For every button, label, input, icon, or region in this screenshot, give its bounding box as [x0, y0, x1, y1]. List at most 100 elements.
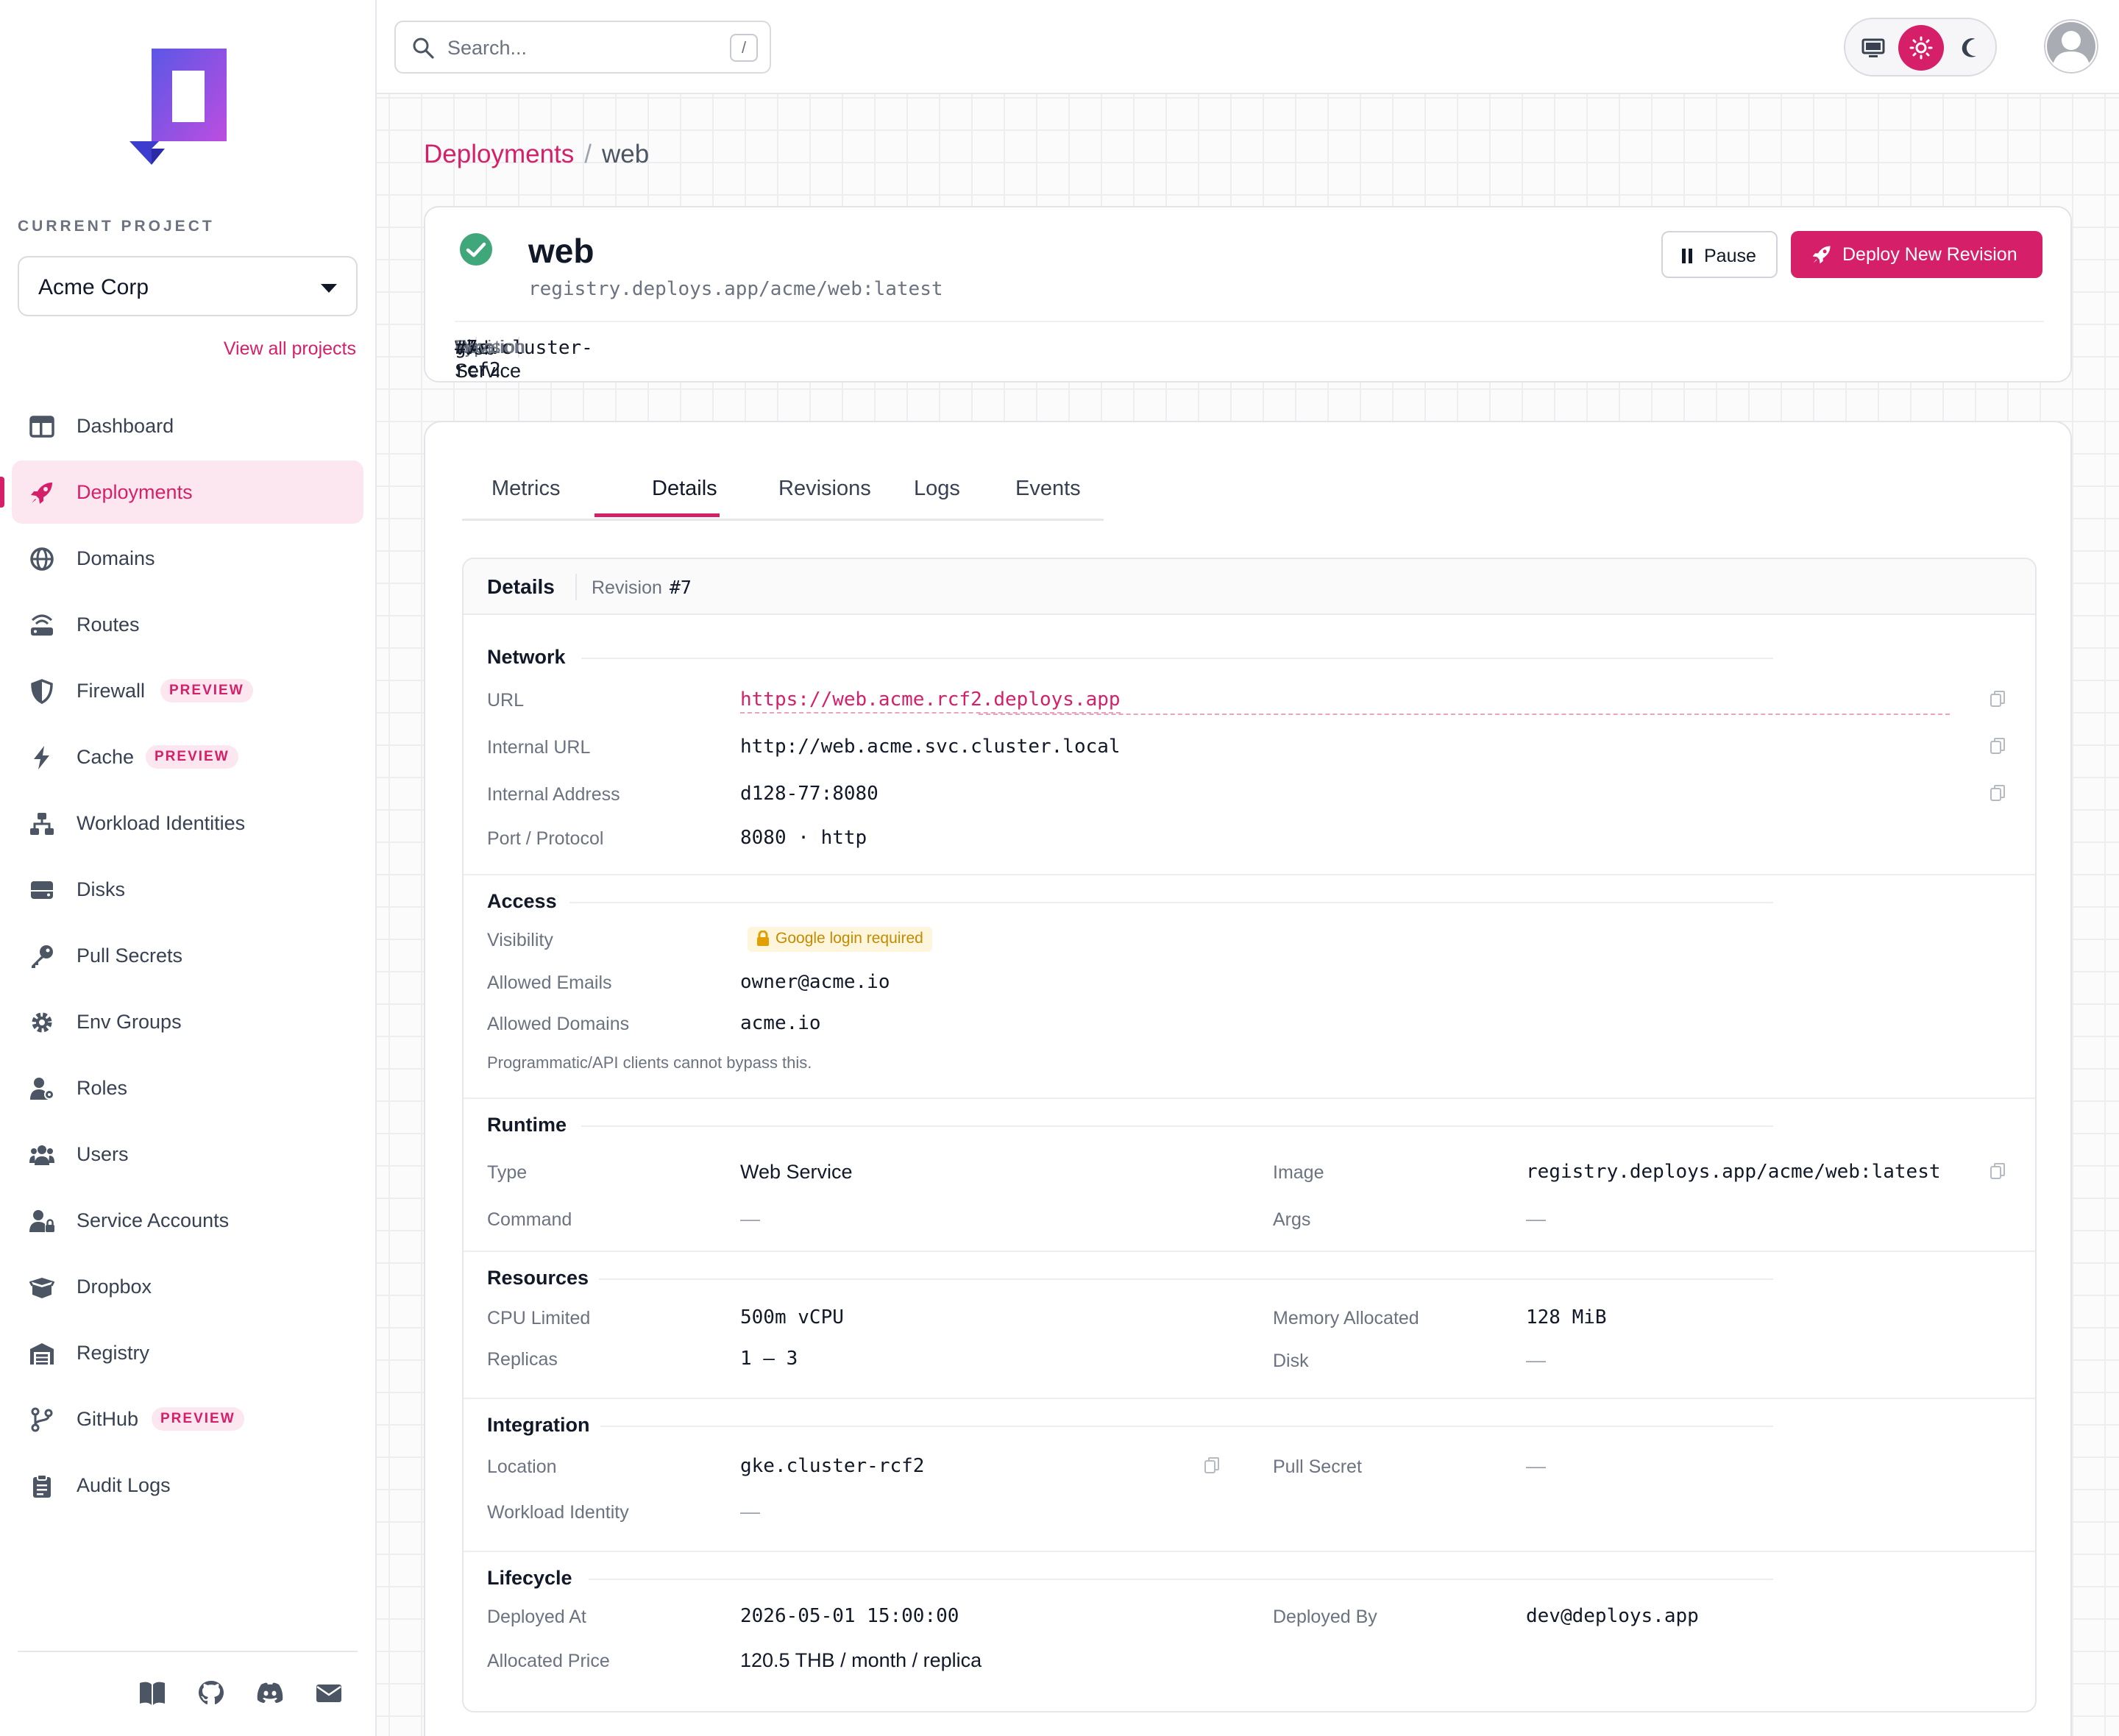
copy-icon[interactable] — [1990, 784, 2006, 802]
theme-switcher — [1844, 18, 1997, 77]
sidebar-item-pull-secrets[interactable]: Pull Secrets — [12, 924, 363, 987]
memory-value: 128 MiB — [1526, 1306, 1607, 1328]
sidebar-item-dropbox[interactable]: Dropbox — [12, 1255, 363, 1318]
sidebar-item-github[interactable]: GitHub PREVIEW — [12, 1387, 363, 1451]
monitor-icon[interactable] — [1861, 38, 1885, 59]
visibility-badge: Google login required — [748, 927, 932, 952]
section-divider — [464, 874, 2035, 875]
user-avatar[interactable] — [2044, 19, 2098, 74]
user-lock-icon — [29, 1210, 54, 1232]
sun-icon — [1909, 36, 1933, 60]
pause-button[interactable]: Pause — [1661, 231, 1778, 278]
breadcrumb-deployments-link[interactable]: Deployments — [424, 140, 574, 168]
allocated-price-value: 120.5 THB / month / replica — [740, 1649, 982, 1671]
command-key: Command — [487, 1209, 572, 1230]
sidebar-item-firewall[interactable]: Firewall PREVIEW — [12, 659, 363, 722]
light-theme-button[interactable] — [1898, 25, 1944, 71]
discord-icon[interactable] — [256, 1680, 284, 1707]
sidebar-item-label: Registry — [77, 1341, 150, 1364]
section-divider — [464, 1098, 2035, 1099]
app-logo[interactable] — [129, 49, 227, 170]
replicas-value: 1 – 3 — [740, 1348, 798, 1370]
sidebar-item-label: Service Accounts — [77, 1209, 230, 1231]
visibility-value: Google login required — [775, 930, 923, 947]
email-icon[interactable] — [315, 1680, 343, 1707]
allowed-emails-key: Allowed Emails — [487, 972, 612, 993]
router-icon — [31, 614, 53, 636]
view-all-projects-link[interactable]: View all projects — [224, 338, 356, 360]
details-panel: Details Revision #7 Network URL https://w… — [462, 558, 2037, 1712]
runtime-image-key: Image — [1273, 1162, 1324, 1183]
sidebar-item-label: Audit Logs — [77, 1473, 171, 1496]
tab-details[interactable]: Details — [652, 477, 717, 501]
tab-revisions[interactable]: Revisions — [778, 477, 871, 501]
rocket-icon — [1812, 246, 1831, 264]
rocket-icon — [31, 483, 52, 504]
deploy-new-revision-button[interactable]: Deploy New Revision — [1791, 231, 2042, 278]
sidebar-item-deployments[interactable]: Deployments — [0, 460, 363, 524]
sidebar-item-disks[interactable]: Disks — [12, 858, 363, 921]
header-separator — [575, 574, 577, 600]
internal-address-key: Internal Address — [487, 784, 620, 805]
sidebar-item-dashboard[interactable]: Dashboard — [12, 394, 363, 458]
sidebar-item-audit-logs[interactable]: Audit Logs — [12, 1454, 363, 1517]
url-value[interactable]: https://web.acme.rcf2.deploys.app — [740, 689, 1121, 714]
section-line — [581, 658, 1773, 659]
section-line — [581, 1125, 1773, 1127]
copy-icon[interactable] — [1990, 690, 2006, 708]
section-line — [600, 1426, 1773, 1427]
moon-icon[interactable] — [1960, 37, 1982, 59]
section-lifecycle-title: Lifecycle — [487, 1567, 572, 1589]
tab-metrics[interactable]: Metrics — [491, 477, 560, 501]
section-divider — [464, 1251, 2035, 1252]
url-underline — [979, 714, 1950, 715]
sidebar-item-service-accounts[interactable]: Service Accounts — [12, 1189, 363, 1252]
tab-events[interactable]: Events — [1015, 477, 1081, 501]
section-resources-title: Resources — [487, 1267, 589, 1289]
deployed-by-key: Deployed By — [1273, 1607, 1377, 1627]
sidebar-item-routes[interactable]: Routes — [12, 593, 363, 656]
pause-button-label: Pause — [1704, 246, 1756, 266]
bolt-icon — [34, 746, 49, 769]
sidebar-item-domains[interactable]: Domains — [12, 527, 363, 590]
copy-icon[interactable] — [1204, 1456, 1220, 1474]
deployed-at-key: Deployed At — [487, 1607, 586, 1627]
sidebar-item-registry[interactable]: Registry — [12, 1321, 363, 1384]
search-shortcut-key: / — [730, 34, 758, 62]
details-revision: Revision #7 — [592, 577, 692, 599]
meta-revision-value: #7 — [455, 337, 478, 359]
user-gear-icon — [30, 1078, 54, 1100]
project-select[interactable]: Acme Corp — [18, 256, 358, 316]
allowed-domains-key: Allowed Domains — [487, 1014, 630, 1034]
dashboard-icon — [29, 416, 54, 438]
github-icon[interactable] — [197, 1680, 225, 1707]
allowed-emails-value: owner@acme.io — [740, 971, 890, 993]
deployment-header-card: web registry.deploys.app/acme/web:latest… — [424, 206, 2072, 383]
copy-icon[interactable] — [1990, 737, 2006, 755]
sidebar-item-roles[interactable]: Roles — [12, 1056, 363, 1120]
copy-icon[interactable] — [1990, 1162, 2006, 1180]
sidebar-item-cache[interactable]: Cache PREVIEW — [12, 725, 363, 789]
branch-icon — [31, 1407, 53, 1432]
sidebar-item-label: Deployments — [77, 480, 193, 503]
deployment-image: registry.deploys.app/acme/web:latest — [528, 278, 943, 300]
revision-label: Revision — [592, 577, 662, 598]
status-success-icon — [460, 233, 492, 266]
sidebar-item-env-groups[interactable]: Env Groups — [12, 990, 363, 1053]
url-link[interactable]: https://web.acme.rcf2.deploys.app — [740, 689, 1121, 714]
pause-icon — [1682, 249, 1686, 263]
memory-key: Memory Allocated — [1273, 1308, 1419, 1328]
sidebar-item-workload-identities[interactable]: Workload Identities — [12, 791, 363, 855]
deployment-details-card: Metrics Details Revisions Logs Events De… — [424, 421, 2072, 1736]
args-value: — — [1526, 1208, 1546, 1230]
warehouse-icon — [30, 1343, 54, 1365]
tab-logs[interactable]: Logs — [914, 477, 960, 501]
topbar: Search... / — [377, 0, 2119, 94]
sidebar-item-label: Domains — [77, 547, 155, 569]
details-panel-header: Details Revision #7 — [464, 559, 2035, 615]
search-input[interactable]: Search... / — [394, 21, 771, 74]
sidebar-item-users[interactable]: Users — [12, 1123, 363, 1186]
docs-book-icon[interactable] — [138, 1680, 166, 1707]
deploy-button-label: Deploy New Revision — [1842, 244, 2017, 265]
user-avatar-icon — [2044, 19, 2098, 74]
